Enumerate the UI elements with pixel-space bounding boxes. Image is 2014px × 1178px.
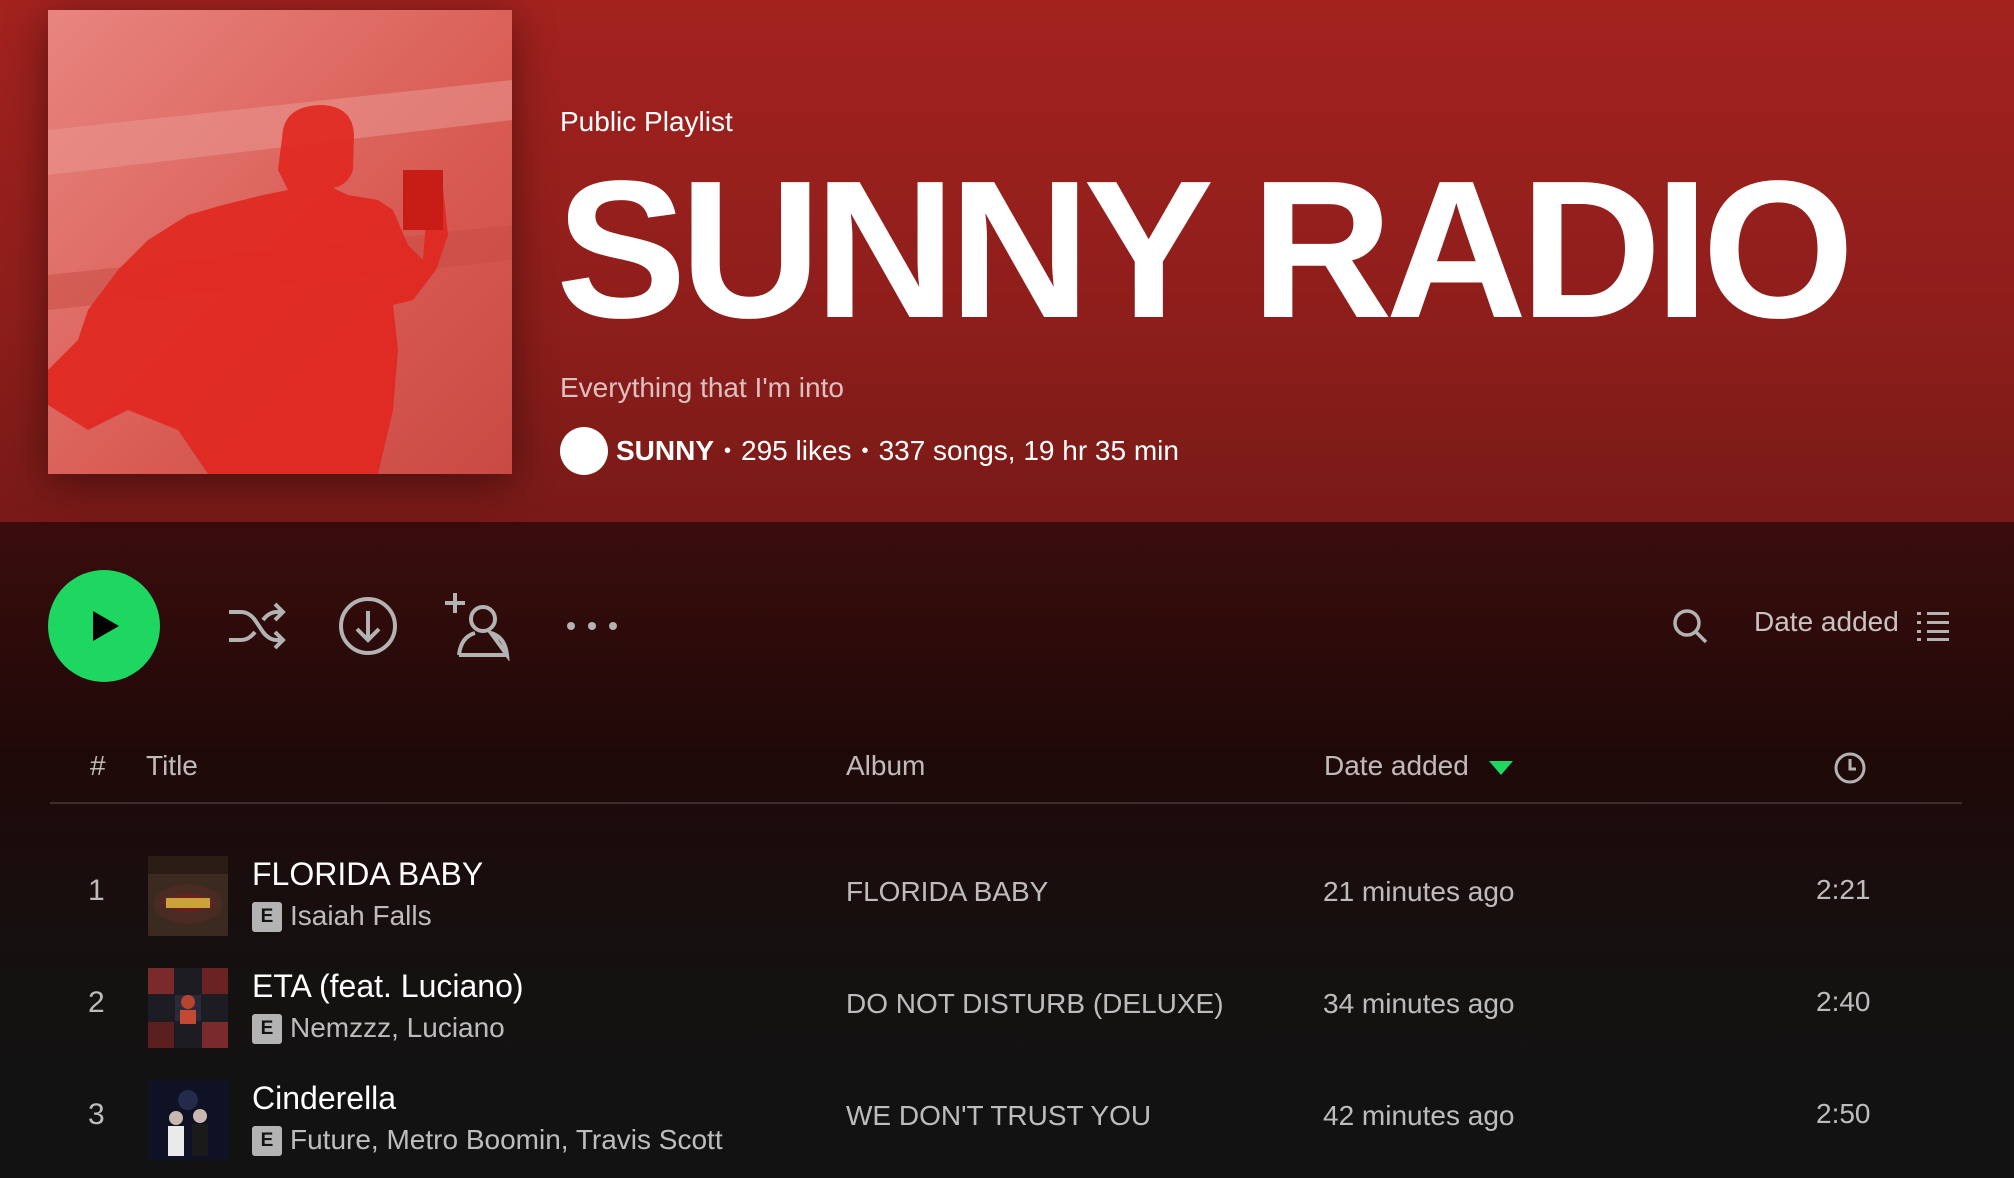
song-stats: 337 songs, 19 hr 35 min xyxy=(878,435,1179,466)
search-in-playlist-button[interactable] xyxy=(1668,604,1712,648)
column-header-date-added[interactable]: Date added xyxy=(1324,750,1469,782)
separator-dot: • xyxy=(861,439,869,462)
track-row[interactable]: 2 ETA (feat. Luciano) E Nemzzz, Luciano … xyxy=(0,954,2014,1054)
track-number: 1 xyxy=(88,874,105,907)
add-user-icon xyxy=(445,593,510,661)
sort-label: Date added xyxy=(1754,606,1899,637)
likes-count: 295 likes xyxy=(741,435,852,466)
sort-direction-indicator[interactable] xyxy=(1488,760,1514,776)
playlist-description: Everything that I'm into xyxy=(560,372,844,403)
track-row[interactable]: 1 FLORIDA BABY E Isaiah Falls FLORIDA BA… xyxy=(0,842,2014,942)
track-album-link[interactable]: WE DON'T TRUST YOU xyxy=(846,1100,1151,1132)
explicit-badge: E xyxy=(252,1126,282,1156)
explicit-badge: E xyxy=(252,1014,282,1044)
clock-icon xyxy=(1834,752,1866,784)
column-header-number: # xyxy=(90,750,106,781)
view-as-list-button[interactable] xyxy=(1916,608,1950,644)
column-header-title[interactable]: Title xyxy=(146,750,198,782)
track-thumbnail xyxy=(148,856,228,936)
download-icon xyxy=(339,597,397,655)
play-icon xyxy=(93,611,119,641)
invite-collaborators-button[interactable] xyxy=(444,590,516,662)
track-date-added: 34 minutes ago xyxy=(1323,988,1515,1019)
explicit-badge: E xyxy=(252,902,282,932)
track-album-link[interactable]: FLORIDA BABY xyxy=(846,876,1048,908)
track-thumbnail xyxy=(148,968,228,1048)
playlist-cover-art[interactable] xyxy=(48,10,512,474)
playlist-meta: SUNNY • 295 likes • 337 songs, 19 hr 35 … xyxy=(560,426,1179,476)
sort-dropdown[interactable]: Date added xyxy=(1754,606,1899,638)
more-icon xyxy=(567,622,617,630)
track-date-added: 21 minutes ago xyxy=(1323,876,1515,907)
download-button[interactable] xyxy=(334,592,402,660)
track-row[interactable]: 3 Cinderella E Future, Metro Boomin, Tra… xyxy=(0,1066,2014,1166)
track-title-link[interactable]: ETA (feat. Luciano) xyxy=(252,968,524,1005)
track-artists-link[interactable]: Future, Metro Boomin, Travis Scott xyxy=(290,1124,723,1156)
track-album-link[interactable]: DO NOT DISTURB (DELUXE) xyxy=(846,988,1224,1020)
track-duration: 2:50 xyxy=(1816,1098,1871,1129)
table-header-divider xyxy=(50,802,1962,804)
track-number: 2 xyxy=(88,986,105,1019)
list-icon xyxy=(1917,612,1949,641)
shuffle-icon xyxy=(229,602,286,650)
column-header-album[interactable]: Album xyxy=(846,750,925,782)
play-button[interactable] xyxy=(48,570,160,682)
track-duration: 2:21 xyxy=(1816,874,1871,905)
owner-avatar[interactable] xyxy=(560,427,608,475)
track-number: 3 xyxy=(88,1098,105,1131)
more-options-button[interactable] xyxy=(562,602,622,650)
search-icon xyxy=(1673,609,1708,644)
owner-name-link[interactable]: SUNNY xyxy=(616,435,714,467)
track-artists-link[interactable]: Nemzzz, Luciano xyxy=(290,1012,505,1044)
separator-dot: • xyxy=(724,439,732,462)
track-duration: 2:40 xyxy=(1816,986,1871,1017)
shuffle-button[interactable] xyxy=(222,592,290,660)
track-date-added: 42 minutes ago xyxy=(1323,1100,1515,1131)
track-title-link[interactable]: FLORIDA BABY xyxy=(252,856,483,893)
sort-arrow-icon xyxy=(1489,761,1513,775)
playlist-title: SUNNY RADIO xyxy=(556,140,1855,359)
column-header-duration[interactable] xyxy=(1832,750,1868,786)
track-artists-link[interactable]: Isaiah Falls xyxy=(290,900,432,932)
playlist-type-label: Public Playlist xyxy=(560,106,733,137)
track-thumbnail xyxy=(148,1080,228,1160)
track-title-link[interactable]: Cinderella xyxy=(252,1080,396,1117)
